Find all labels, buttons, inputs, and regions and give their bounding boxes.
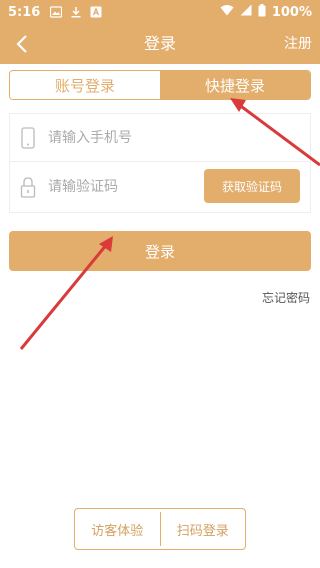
get-code-button[interactable]: 获取验证码 — [204, 169, 300, 203]
app-notification-icon — [90, 6, 102, 18]
signal-icon — [240, 4, 252, 20]
login-mode-tabs: 账号登录 快捷登录 — [9, 70, 311, 100]
guest-experience-button[interactable]: 访客体验 — [75, 520, 160, 539]
status-bar: 5:16 100% — [0, 0, 320, 24]
tab-quick-login[interactable]: 快捷登录 — [160, 71, 310, 99]
lock-icon — [12, 176, 44, 198]
status-time: 5:16 — [8, 4, 41, 20]
wifi-icon — [220, 4, 234, 20]
bottom-login-options: 访客体验 扫码登录 — [74, 508, 246, 550]
navbar: 登录 注册 — [0, 24, 320, 64]
code-row: 获取验证码 — [10, 161, 310, 213]
login-form: 获取验证码 — [9, 113, 311, 213]
scan-login-button[interactable]: 扫码登录 — [161, 520, 246, 539]
register-link[interactable]: 注册 — [284, 24, 312, 64]
phone-input[interactable] — [48, 129, 208, 146]
download-notification-icon — [70, 6, 82, 18]
forgot-password-link[interactable]: 忘记密码 — [262, 289, 310, 306]
image-notification-icon — [50, 6, 63, 18]
tab-account-login[interactable]: 账号登录 — [10, 71, 160, 99]
login-button[interactable]: 登录 — [9, 231, 311, 271]
page-title: 登录 — [143, 34, 176, 53]
status-indicators: 100% — [220, 3, 312, 21]
phone-icon — [12, 126, 44, 149]
battery-percent: 100% — [271, 4, 312, 20]
code-input[interactable] — [48, 179, 208, 195]
phone-row — [10, 114, 310, 162]
battery-icon — [258, 3, 266, 21]
